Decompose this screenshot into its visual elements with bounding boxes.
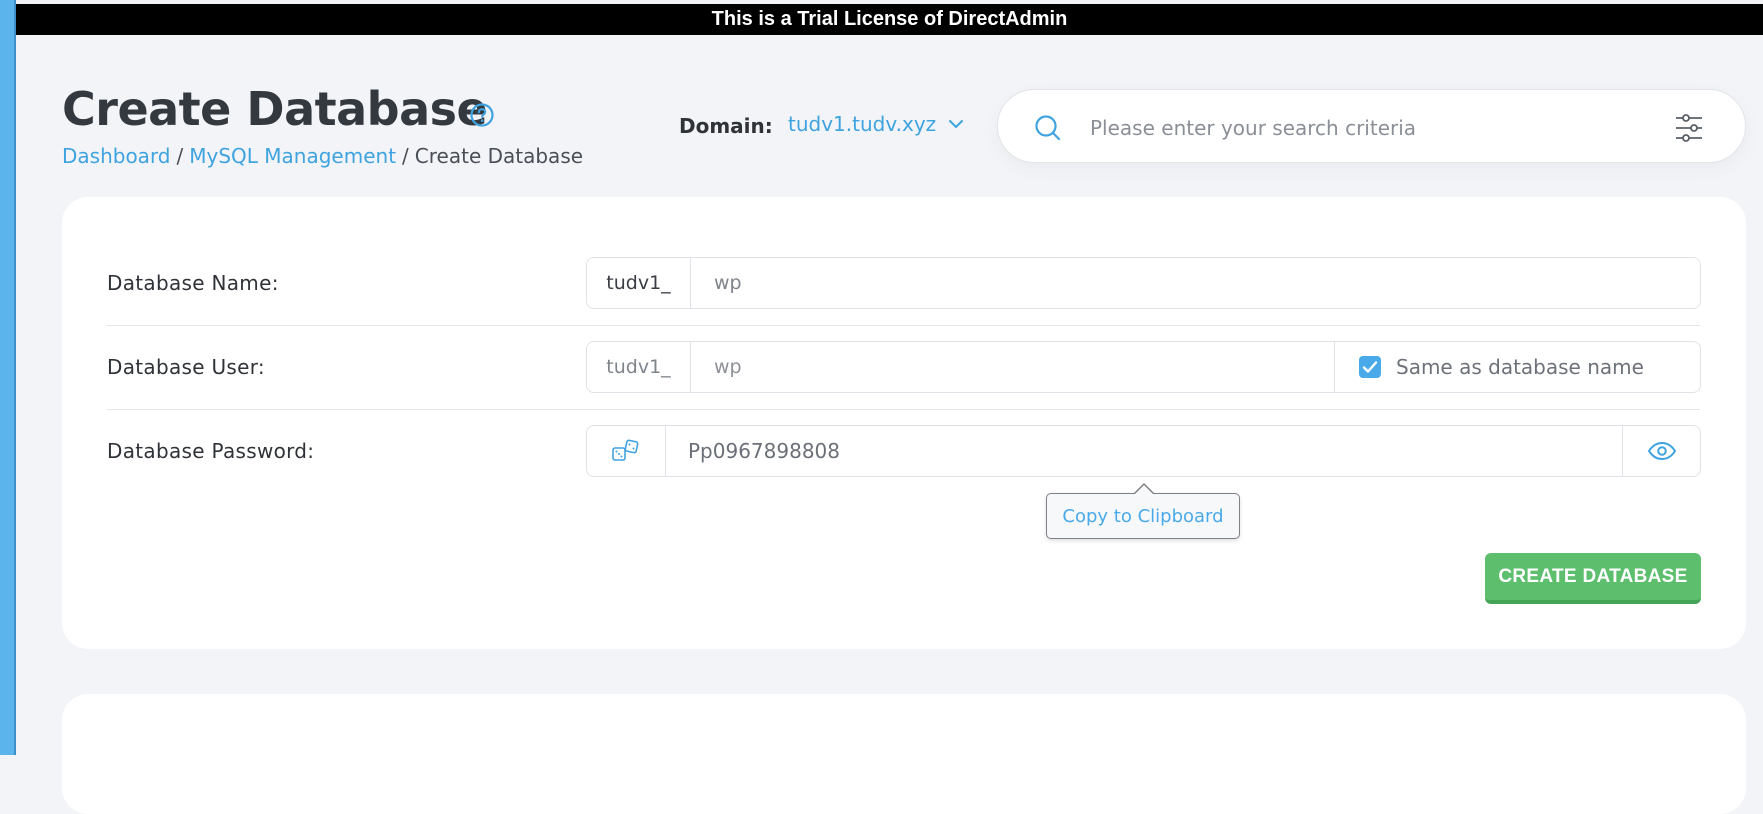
page-title: Create Database: [62, 82, 488, 136]
breadcrumb-current: Create Database: [414, 144, 584, 168]
breadcrumb-dashboard[interactable]: Dashboard: [62, 144, 171, 168]
help-icon[interactable]: [469, 102, 495, 128]
database-name-prefix: tudv1_: [587, 258, 691, 308]
breadcrumb-separator: /: [176, 144, 184, 168]
database-password-input[interactable]: [666, 426, 1622, 476]
divider: [107, 325, 1700, 326]
create-database-card: Database Name: tudv1_ Database User: tud…: [62, 197, 1746, 649]
breadcrumb-mysql-management[interactable]: MySQL Management: [189, 144, 396, 168]
same-as-database-name-label: Same as database name: [1396, 355, 1644, 379]
toggle-password-visibility-button[interactable]: [1622, 426, 1700, 476]
generate-password-button[interactable]: [587, 426, 666, 476]
database-password-label: Database Password:: [107, 439, 315, 463]
database-password-group: [586, 425, 1701, 477]
database-user-label: Database User:: [107, 355, 265, 379]
database-user-prefix: tudv1_: [587, 342, 691, 392]
chevron-down-icon: [949, 120, 964, 128]
checkmark-icon: [1362, 361, 1378, 373]
database-name-input[interactable]: [691, 258, 1700, 308]
domain-value: tudv1.tudv.xyz: [788, 112, 937, 136]
divider: [107, 409, 1700, 410]
database-name-group: tudv1_: [586, 257, 1701, 309]
same-as-database-name-option[interactable]: Same as database name: [1334, 342, 1700, 392]
search-input[interactable]: [1088, 110, 1652, 146]
search-icon: [1035, 115, 1061, 141]
search-box: [997, 89, 1746, 163]
database-user-input[interactable]: [691, 342, 1334, 392]
trial-license-banner: This is a Trial License of DirectAdmin: [16, 4, 1763, 35]
create-database-button[interactable]: CREATE DATABASE: [1485, 553, 1701, 604]
copy-to-clipboard-tooltip[interactable]: Copy to Clipboard: [1046, 483, 1240, 539]
dice-icon: [612, 439, 639, 461]
database-user-group: tudv1_ Same as database name: [586, 341, 1701, 393]
breadcrumb: Dashboard / MySQL Management / Create Databa…: [62, 144, 583, 168]
same-as-database-name-checkbox[interactable]: [1359, 356, 1381, 378]
domain-label: Domain:: [679, 114, 773, 138]
breadcrumb-separator: /: [402, 144, 409, 168]
secondary-card: [62, 694, 1746, 814]
domain-selector[interactable]: tudv1.tudv.xyz: [788, 112, 964, 136]
left-edge-strip: [0, 0, 16, 755]
database-name-label: Database Name:: [107, 271, 279, 295]
filter-settings-icon[interactable]: [1673, 112, 1705, 144]
eye-icon: [1647, 441, 1676, 461]
